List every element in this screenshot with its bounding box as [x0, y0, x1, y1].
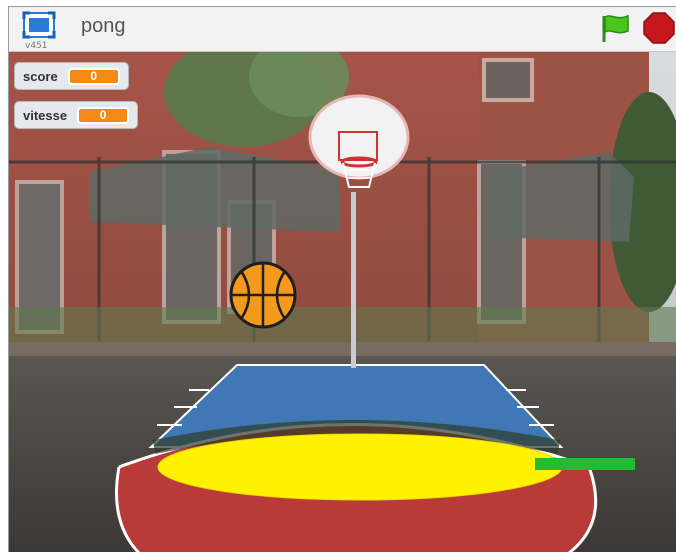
- paddle-sprite: [535, 458, 635, 470]
- fullscreen-icon: [22, 11, 56, 39]
- vitesse-value: 0: [77, 106, 130, 124]
- score-label: score: [23, 68, 58, 84]
- green-flag-icon: [602, 14, 629, 42]
- fullscreen-button[interactable]: [22, 11, 56, 41]
- green-flag-button[interactable]: [598, 12, 632, 44]
- score-monitor: score 0: [14, 62, 129, 90]
- vitesse-monitor: vitesse 0: [14, 101, 139, 129]
- ball-sprite: [229, 261, 297, 329]
- version-label: v451: [25, 41, 48, 51]
- stop-sign-icon: [643, 12, 675, 44]
- stop-button[interactable]: [642, 11, 676, 45]
- score-value: 0: [67, 67, 120, 85]
- scratch-player: v451 pong score 0 vitesse 0: [8, 6, 676, 552]
- player-titlebar: v451 pong: [9, 7, 676, 52]
- project-title: pong: [81, 15, 126, 37]
- vitesse-label: vitesse: [23, 107, 68, 123]
- yellow-zone-sprite: [157, 433, 563, 501]
- stage[interactable]: score 0 vitesse 0: [9, 52, 676, 552]
